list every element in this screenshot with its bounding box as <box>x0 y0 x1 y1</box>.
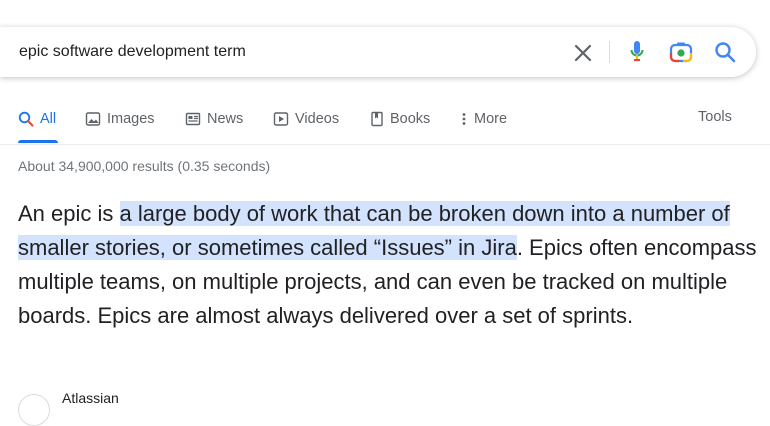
clear-button[interactable] <box>570 40 596 66</box>
tab-label: All <box>40 111 57 127</box>
tab-more[interactable]: More <box>460 109 507 129</box>
tab-all[interactable]: All <box>18 109 56 129</box>
search-divider <box>609 41 610 63</box>
search-icon <box>18 111 34 127</box>
tab-label: Videos <box>295 111 340 127</box>
tab-images[interactable]: Images <box>85 109 155 129</box>
search-icon <box>715 42 736 63</box>
search-button[interactable] <box>712 39 738 65</box>
source-name[interactable]: Atlassian <box>62 390 119 406</box>
tab-videos[interactable]: Videos <box>273 109 339 129</box>
tab-news[interactable]: News <box>185 109 243 129</box>
snippet-text: An epic is <box>18 201 120 226</box>
result-stats: About 34,900,000 results (0.35 seconds) <box>18 158 271 174</box>
microphone-icon <box>630 41 644 61</box>
active-tab-indicator <box>18 140 58 143</box>
source-favicon[interactable] <box>18 394 50 426</box>
tab-label: More <box>474 111 508 127</box>
camera-icon <box>669 42 693 63</box>
tab-label: Books <box>390 111 431 127</box>
voice-search-button[interactable] <box>625 39 649 65</box>
search-bar <box>0 27 756 77</box>
featured-snippet: An epic is a large body of work that can… <box>18 197 758 333</box>
tools-button[interactable]: Tools <box>698 109 732 125</box>
tab-label: News <box>207 111 244 127</box>
more-vertical-icon <box>462 113 466 125</box>
tab-books[interactable]: Books <box>370 109 430 129</box>
search-input[interactable] <box>19 41 539 63</box>
tab-label: Images <box>107 111 155 127</box>
book-icon <box>371 111 383 127</box>
close-icon <box>574 44 592 62</box>
newspaper-icon <box>185 112 201 126</box>
play-icon <box>273 112 289 126</box>
image-icon <box>85 112 101 126</box>
search-tabs: All Images News Videos Books More Tools <box>0 100 770 145</box>
image-search-button[interactable] <box>668 39 694 65</box>
